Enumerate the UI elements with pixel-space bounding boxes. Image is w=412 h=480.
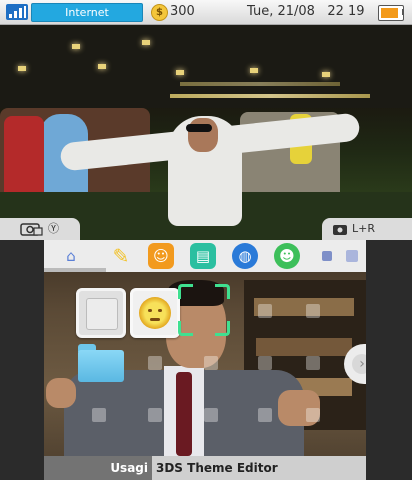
y-button-hint: Ⓨ	[48, 222, 59, 235]
sun-eye	[148, 309, 152, 312]
app-tile-sun[interactable]	[130, 288, 180, 338]
empty-slot[interactable]	[204, 356, 218, 370]
signal-bar	[14, 11, 17, 18]
app-tile-blank-icon	[86, 298, 118, 330]
chevron-right-icon: ›	[352, 354, 366, 374]
building-window-row	[180, 82, 340, 86]
selected-title-name: 3DS Theme Editor	[156, 461, 278, 475]
building-light	[98, 64, 106, 69]
browser-icon[interactable]: ◍	[232, 243, 258, 269]
camera-shortcut-right[interactable]: L+R	[322, 218, 412, 240]
empty-slot[interactable]	[92, 408, 106, 422]
signal-bar	[24, 6, 26, 18]
empty-slot[interactable]	[306, 408, 320, 422]
pencil-icon[interactable]: ✎	[108, 243, 134, 269]
building-light	[72, 44, 80, 49]
person-hand	[46, 378, 76, 408]
building-window-row	[170, 94, 370, 98]
battery-level	[381, 8, 398, 18]
selection-cursor	[178, 284, 230, 336]
network-status: Internet	[31, 3, 143, 22]
layout-small-icon[interactable]	[322, 251, 332, 261]
folder-body	[78, 350, 124, 382]
battery-tip	[402, 9, 404, 15]
play-coin-count: 300	[170, 4, 195, 19]
bottom-screen: ⌂ ✎ ☺ ▤ ◍ ☻ › Usagi 3DS Theme Editor	[44, 240, 366, 480]
cursor-corner	[215, 284, 230, 299]
person-tie	[176, 372, 192, 456]
empty-slot[interactable]	[204, 408, 218, 422]
empty-slot[interactable]	[258, 408, 272, 422]
building-light	[142, 40, 150, 45]
sun-face-icon	[139, 297, 171, 329]
app-tile-blank[interactable]	[76, 288, 126, 338]
building-light	[176, 70, 184, 75]
signal-strength-icon	[6, 4, 28, 20]
bottom-screen-frame-left	[0, 240, 44, 480]
layout-large-icon[interactable]	[346, 250, 358, 262]
person-red	[4, 116, 44, 194]
cursor-corner	[178, 321, 193, 336]
cursor-corner	[215, 321, 230, 336]
top-screen-photo	[0, 0, 412, 240]
cursor-corner	[178, 284, 193, 299]
camera-icon	[333, 225, 347, 235]
status-bar: Internet $ 300 Tue, 21/08 22 19	[0, 0, 412, 25]
signal-bar	[19, 8, 22, 18]
folder-icon[interactable]	[78, 344, 124, 382]
date-time: Tue, 21/08 22 19	[247, 4, 365, 19]
bottom-screen-frame-right	[366, 240, 412, 480]
sun-eye	[158, 309, 162, 312]
home-settings-icon[interactable]: ⌂	[58, 243, 84, 269]
sunglasses	[186, 124, 212, 132]
battery-icon	[378, 5, 404, 21]
empty-slot[interactable]	[148, 408, 162, 422]
friends-icon[interactable]: ☻	[274, 243, 300, 269]
books-row	[256, 338, 352, 356]
camera-icon	[20, 223, 43, 236]
empty-slot[interactable]	[258, 356, 272, 370]
top-screen: Internet $ 300 Tue, 21/08 22 19 Ⓨ L+R	[0, 0, 412, 240]
empty-slot[interactable]	[306, 304, 320, 318]
play-coin-icon: $	[151, 4, 168, 21]
building-light	[250, 68, 258, 73]
sun-mouth	[150, 318, 160, 321]
empty-slot[interactable]	[306, 356, 320, 370]
notifications-icon[interactable]: ▤	[190, 243, 216, 269]
camera-shortcut-left[interactable]: Ⓨ	[0, 218, 80, 240]
tab-selection-underline	[44, 268, 106, 272]
building-light	[18, 66, 26, 71]
building-light	[322, 72, 330, 77]
miiverse-icon[interactable]: ☺	[148, 243, 174, 269]
signal-bar	[9, 14, 12, 18]
home-menu-toolbar: ⌂ ✎ ☺ ▤ ◍ ☻	[44, 240, 366, 272]
empty-slot[interactable]	[258, 304, 272, 318]
empty-slot[interactable]	[148, 356, 162, 370]
user-name: Usagi	[110, 461, 148, 475]
lr-button-hint: L+R	[352, 222, 375, 235]
